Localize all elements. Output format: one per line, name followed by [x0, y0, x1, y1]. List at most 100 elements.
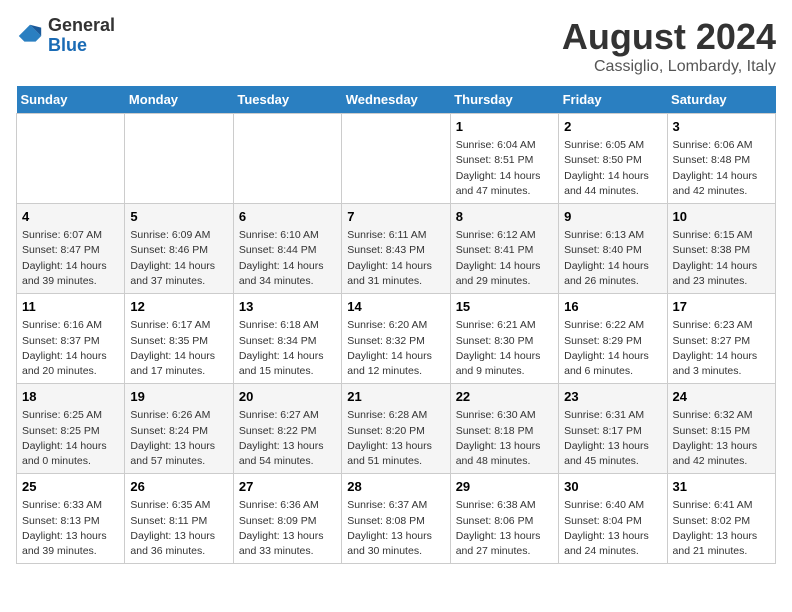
day-number: 16	[564, 298, 661, 316]
day-number: 24	[673, 388, 770, 406]
day-cell: 6 Sunrise: 6:10 AM Sunset: 8:44 PM Daylig…	[233, 204, 341, 294]
day-cell: 3 Sunrise: 6:06 AM Sunset: 8:48 PM Daylig…	[667, 114, 775, 204]
calendar-table: SundayMondayTuesdayWednesdayThursdayFrid…	[16, 86, 776, 564]
day-info: Sunrise: 6:06 AM Sunset: 8:48 PM Dayligh…	[673, 138, 770, 199]
day-info: Sunrise: 6:23 AM Sunset: 8:27 PM Dayligh…	[673, 318, 770, 379]
day-number: 6	[239, 208, 336, 226]
day-info: Sunrise: 6:37 AM Sunset: 8:08 PM Dayligh…	[347, 498, 444, 559]
day-cell	[342, 114, 450, 204]
day-number: 31	[673, 478, 770, 496]
day-cell: 17 Sunrise: 6:23 AM Sunset: 8:27 PM Dayli…	[667, 294, 775, 384]
day-info: Sunrise: 6:38 AM Sunset: 8:06 PM Dayligh…	[456, 498, 553, 559]
day-info: Sunrise: 6:13 AM Sunset: 8:40 PM Dayligh…	[564, 228, 661, 289]
day-number: 12	[130, 298, 227, 316]
day-info: Sunrise: 6:28 AM Sunset: 8:20 PM Dayligh…	[347, 408, 444, 469]
day-cell: 20Sunrise: 6:27 AM Sunset: 8:22 PM Dayli…	[233, 384, 341, 474]
day-cell: 4 Sunrise: 6:07 AM Sunset: 8:47 PM Daylig…	[17, 204, 125, 294]
day-number: 4	[22, 208, 119, 226]
day-number: 15	[456, 298, 553, 316]
day-number: 17	[673, 298, 770, 316]
day-number: 30	[564, 478, 661, 496]
day-info: Sunrise: 6:33 AM Sunset: 8:13 PM Dayligh…	[22, 498, 119, 559]
title-block: August 2024 Cassiglio, Lombardy, Italy	[562, 16, 776, 76]
day-number: 7	[347, 208, 444, 226]
day-cell: 23 Sunrise: 6:31 AM Sunset: 8:17 PM Dayli…	[559, 384, 667, 474]
day-cell: 25 Sunrise: 6:33 AM Sunset: 8:13 PM Dayli…	[17, 474, 125, 564]
day-info: Sunrise: 6:22 AM Sunset: 8:29 PM Dayligh…	[564, 318, 661, 379]
day-number: 25	[22, 478, 119, 496]
day-info: Sunrise: 6:18 AM Sunset: 8:34 PM Dayligh…	[239, 318, 336, 379]
day-cell: 26Sunrise: 6:35 AM Sunset: 8:11 PM Dayli…	[125, 474, 233, 564]
day-cell: 16 Sunrise: 6:22 AM Sunset: 8:29 PM Dayli…	[559, 294, 667, 384]
logo-icon	[16, 22, 44, 50]
day-cell: 5 Sunrise: 6:09 AM Sunset: 8:46 PM Daylig…	[125, 204, 233, 294]
day-number: 29	[456, 478, 553, 496]
day-cell: 22Sunrise: 6:30 AM Sunset: 8:18 PM Dayli…	[450, 384, 558, 474]
day-cell: 8Sunrise: 6:12 AM Sunset: 8:41 PM Daylig…	[450, 204, 558, 294]
header-row: SundayMondayTuesdayWednesdayThursdayFrid…	[17, 86, 776, 114]
day-info: Sunrise: 6:12 AM Sunset: 8:41 PM Dayligh…	[456, 228, 553, 289]
day-number: 2	[564, 118, 661, 136]
day-cell: 13 Sunrise: 6:18 AM Sunset: 8:34 PM Dayli…	[233, 294, 341, 384]
day-number: 5	[130, 208, 227, 226]
day-info: Sunrise: 6:04 AM Sunset: 8:51 PM Dayligh…	[456, 138, 553, 199]
day-number: 18	[22, 388, 119, 406]
day-info: Sunrise: 6:35 AM Sunset: 8:11 PM Dayligh…	[130, 498, 227, 559]
day-cell: 2 Sunrise: 6:05 AM Sunset: 8:50 PM Daylig…	[559, 114, 667, 204]
week-row-1: 1 Sunrise: 6:04 AM Sunset: 8:51 PM Daylig…	[17, 114, 776, 204]
day-number: 3	[673, 118, 770, 136]
header-cell-wednesday: Wednesday	[342, 86, 450, 114]
day-info: Sunrise: 6:32 AM Sunset: 8:15 PM Dayligh…	[673, 408, 770, 469]
main-title: August 2024	[562, 16, 776, 58]
day-number: 11	[22, 298, 119, 316]
day-number: 28	[347, 478, 444, 496]
day-info: Sunrise: 6:30 AM Sunset: 8:18 PM Dayligh…	[456, 408, 553, 469]
day-cell: 19 Sunrise: 6:26 AM Sunset: 8:24 PM Dayli…	[125, 384, 233, 474]
day-info: Sunrise: 6:17 AM Sunset: 8:35 PM Dayligh…	[130, 318, 227, 379]
week-row-4: 18Sunrise: 6:25 AM Sunset: 8:25 PM Dayli…	[17, 384, 776, 474]
day-cell: 9Sunrise: 6:13 AM Sunset: 8:40 PM Daylig…	[559, 204, 667, 294]
week-row-5: 25 Sunrise: 6:33 AM Sunset: 8:13 PM Dayli…	[17, 474, 776, 564]
day-number: 27	[239, 478, 336, 496]
day-number: 1	[456, 118, 553, 136]
day-cell: 28 Sunrise: 6:37 AM Sunset: 8:08 PM Dayli…	[342, 474, 450, 564]
day-info: Sunrise: 6:31 AM Sunset: 8:17 PM Dayligh…	[564, 408, 661, 469]
header-cell-thursday: Thursday	[450, 86, 558, 114]
day-cell	[17, 114, 125, 204]
day-info: Sunrise: 6:05 AM Sunset: 8:50 PM Dayligh…	[564, 138, 661, 199]
day-cell: 24 Sunrise: 6:32 AM Sunset: 8:15 PM Dayli…	[667, 384, 775, 474]
header-cell-saturday: Saturday	[667, 86, 775, 114]
day-cell: 21 Sunrise: 6:28 AM Sunset: 8:20 PM Dayli…	[342, 384, 450, 474]
day-number: 13	[239, 298, 336, 316]
day-cell	[233, 114, 341, 204]
day-info: Sunrise: 6:09 AM Sunset: 8:46 PM Dayligh…	[130, 228, 227, 289]
day-number: 19	[130, 388, 227, 406]
day-info: Sunrise: 6:21 AM Sunset: 8:30 PM Dayligh…	[456, 318, 553, 379]
day-info: Sunrise: 6:10 AM Sunset: 8:44 PM Dayligh…	[239, 228, 336, 289]
day-number: 23	[564, 388, 661, 406]
day-info: Sunrise: 6:40 AM Sunset: 8:04 PM Dayligh…	[564, 498, 661, 559]
day-cell: 12 Sunrise: 6:17 AM Sunset: 8:35 PM Dayli…	[125, 294, 233, 384]
day-number: 21	[347, 388, 444, 406]
day-cell: 27Sunrise: 6:36 AM Sunset: 8:09 PM Dayli…	[233, 474, 341, 564]
day-info: Sunrise: 6:11 AM Sunset: 8:43 PM Dayligh…	[347, 228, 444, 289]
page-header: General Blue August 2024 Cassiglio, Lomb…	[16, 16, 776, 76]
week-row-3: 11 Sunrise: 6:16 AM Sunset: 8:37 PM Dayli…	[17, 294, 776, 384]
day-cell: 7 Sunrise: 6:11 AM Sunset: 8:43 PM Daylig…	[342, 204, 450, 294]
day-cell	[125, 114, 233, 204]
day-number: 10	[673, 208, 770, 226]
day-info: Sunrise: 6:41 AM Sunset: 8:02 PM Dayligh…	[673, 498, 770, 559]
day-info: Sunrise: 6:26 AM Sunset: 8:24 PM Dayligh…	[130, 408, 227, 469]
logo-text: General Blue	[48, 16, 115, 56]
day-cell: 1 Sunrise: 6:04 AM Sunset: 8:51 PM Daylig…	[450, 114, 558, 204]
day-cell: 18Sunrise: 6:25 AM Sunset: 8:25 PM Dayli…	[17, 384, 125, 474]
day-cell: 30 Sunrise: 6:40 AM Sunset: 8:04 PM Dayli…	[559, 474, 667, 564]
day-info: Sunrise: 6:16 AM Sunset: 8:37 PM Dayligh…	[22, 318, 119, 379]
header-cell-tuesday: Tuesday	[233, 86, 341, 114]
day-cell: 10Sunrise: 6:15 AM Sunset: 8:38 PM Dayli…	[667, 204, 775, 294]
day-info: Sunrise: 6:07 AM Sunset: 8:47 PM Dayligh…	[22, 228, 119, 289]
day-cell: 11 Sunrise: 6:16 AM Sunset: 8:37 PM Dayli…	[17, 294, 125, 384]
header-cell-monday: Monday	[125, 86, 233, 114]
header-cell-sunday: Sunday	[17, 86, 125, 114]
week-row-2: 4 Sunrise: 6:07 AM Sunset: 8:47 PM Daylig…	[17, 204, 776, 294]
